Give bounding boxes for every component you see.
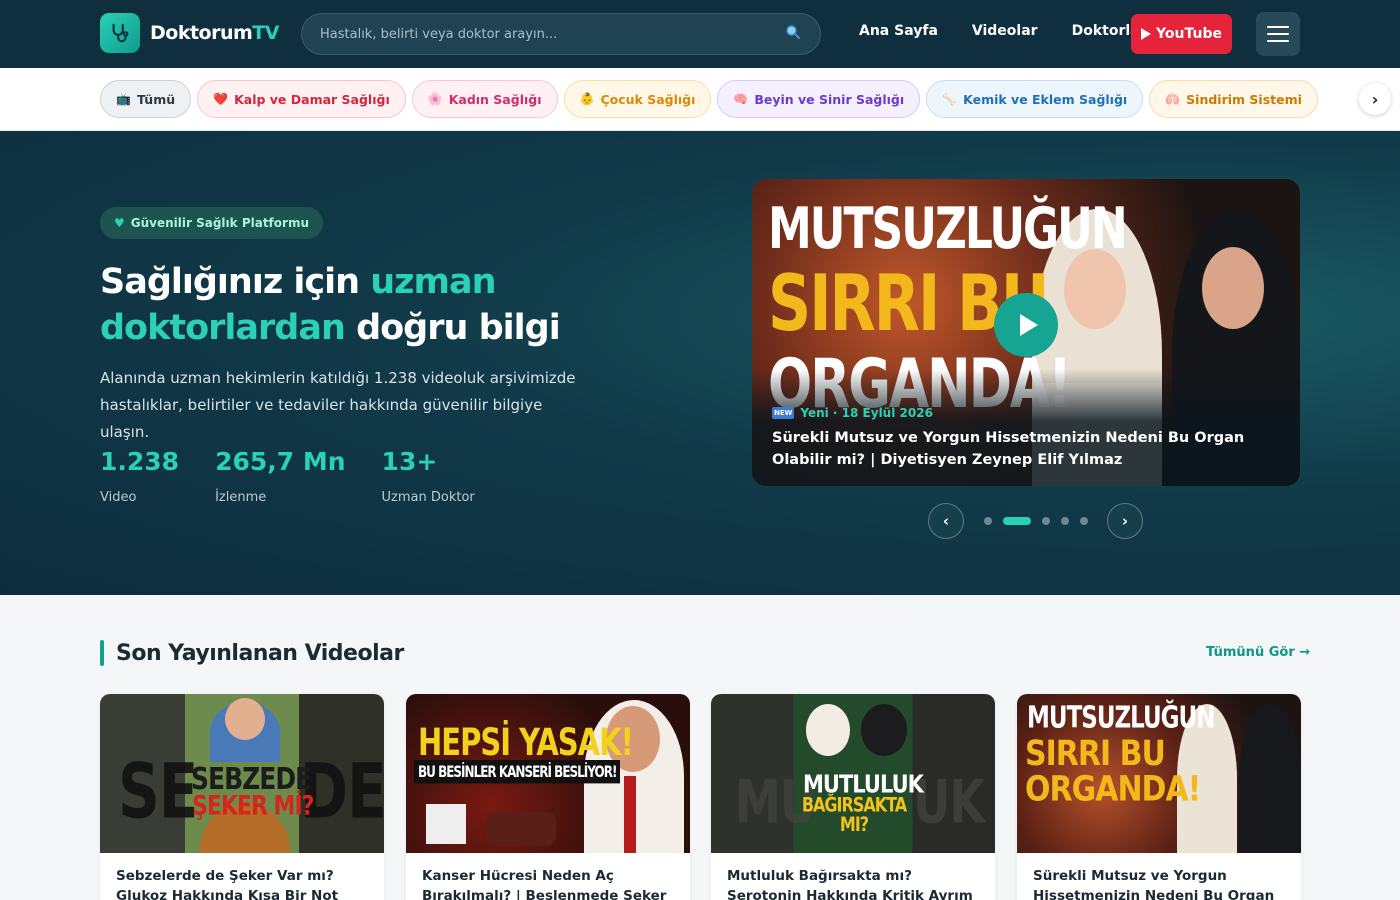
carousel-controls: ‹ › xyxy=(928,503,1143,539)
stat-videos: 1.238 Video xyxy=(100,447,180,505)
youtube-button[interactable]: YouTube xyxy=(1131,14,1232,54)
hero-description: Alanında uzman hekimlerin katıldığı 1.23… xyxy=(100,369,576,441)
category-label: Kemik ve Eklem Sağlığı xyxy=(963,91,1128,107)
video-thumbnail[interactable]: MUTSUZLUĞUN SIRRI BU ORGANDA! xyxy=(1017,694,1301,853)
video-thumbnail[interactable]: HEPSİ YASAK! BU BESİNLER KANSERİ BESLİYO… xyxy=(406,694,690,853)
category-chip[interactable]: 📺 Tümü xyxy=(100,80,192,118)
video-title[interactable]: Sebzelerde de Şeker Var mı? Glukoz Hakkı… xyxy=(116,866,372,900)
category-icon: 📺 xyxy=(116,92,131,106)
category-chip[interactable]: 🦴 Kemik ve Eklem Sağlığı xyxy=(926,80,1144,118)
stethoscope-icon xyxy=(100,13,140,53)
category-chip[interactable]: 👶 Çocuk Sağlığı xyxy=(563,80,712,118)
site-logo[interactable]: DoktorumTV xyxy=(100,13,279,53)
carousel-dot[interactable] xyxy=(1079,517,1088,525)
hero-title: Sağlığınız için uzman doktorlardan doğru… xyxy=(100,262,561,348)
heart-icon: ♥ xyxy=(114,216,125,230)
video-card[interactable]: MUTSUZLUĞUN SIRRI BU ORGANDA! Sürekli Mu… xyxy=(1017,694,1301,900)
carousel-dot[interactable] xyxy=(1060,517,1069,525)
video-card[interactable]: HEPSİ YASAK! BU BESİNLER KANSERİ BESLİYO… xyxy=(406,694,690,900)
carousel-dot[interactable] xyxy=(983,517,992,525)
play-button[interactable] xyxy=(994,293,1058,357)
video-card[interactable]: SE DE SEBZEDE ŞEKER Mİ? Sebzelerde de Şe… xyxy=(100,694,384,900)
category-icon: 🌸 xyxy=(427,92,443,106)
category-label: Tümü xyxy=(136,91,176,107)
category-label: Sindirim Sistemi xyxy=(1186,91,1302,107)
chevron-left-icon[interactable]: ‹ xyxy=(928,503,964,539)
chevron-right-icon[interactable]: › xyxy=(1107,503,1143,539)
category-label: Kalp ve Damar Sağlığı xyxy=(234,91,390,107)
play-icon xyxy=(1019,314,1038,336)
category-list: 📺 Tümü ❤️ Kalp ve Damar Sağlığı 🌸 Kadın Sağlı… xyxy=(100,80,1320,120)
see-all-link[interactable]: Tümünü Gör → xyxy=(1206,645,1310,660)
stat-views: 265,7 Mn İzlenme xyxy=(215,447,346,505)
carousel-dot[interactable] xyxy=(1041,517,1050,525)
video-title[interactable]: Mutluluk Bağırsakta mı? Serotonin Hakkın… xyxy=(727,866,983,900)
badge-label: Güvenilir Sağlık Platformu xyxy=(130,216,309,230)
video-title[interactable]: Kanser Hücresi Neden Aç Bırakılmalı? | B… xyxy=(422,866,678,900)
video-title[interactable]: Sürekli Mutsuz ve Yorgun Hissetmenizin N… xyxy=(1033,866,1289,900)
category-chip[interactable]: 🧠 Beyin ve Sinir Sağlığı xyxy=(717,80,921,118)
category-icon: 🧠 xyxy=(733,92,749,106)
youtube-label: YouTube xyxy=(1156,26,1222,42)
carousel-dots xyxy=(978,517,1093,525)
category-icon: ❤️ xyxy=(213,92,229,106)
stats-row: 1.238 Video 265,7 Mn İzlenme 13+ Uzman D… xyxy=(100,447,511,505)
section-title: Son Yayınlanan Videolar xyxy=(116,640,404,666)
hero-section: ♥ Güvenilir Sağlık Platformu Sağlığınız … xyxy=(0,131,1400,595)
featured-video-card[interactable]: MUTSUZLUĞUN SIRRI BU ORGANDA! NEW Yeni ·… xyxy=(752,179,1300,486)
top-header: DoktorumTV Ana Sayfa Videolar Doktorlar … xyxy=(0,0,1400,68)
video-card[interactable]: MU UK MUTLULUK BAĞIRSAKTA MI? Mutluluk B… xyxy=(711,694,995,900)
category-label: Beyin ve Sinir Sağlığı xyxy=(754,91,905,107)
category-label: Çocuk Sağlığı xyxy=(600,91,696,107)
section-header: Son Yayınlanan Videolar xyxy=(100,640,404,666)
stat-doctors: 13+ Uzman Doktor xyxy=(381,447,475,505)
video-thumbnail[interactable]: MU UK MUTLULUK BAĞIRSAKTA MI? xyxy=(711,694,995,853)
category-bar: 📺 Tümü ❤️ Kalp ve Damar Sağlığı 🌸 Kadın Sağlı… xyxy=(0,68,1400,131)
video-meta: NEW Yeni · 18 Eylül 2026 xyxy=(772,406,933,420)
new-icon: NEW xyxy=(772,407,795,419)
category-chip[interactable]: 🫁 Sindirim Sistemi xyxy=(1149,80,1318,118)
category-label: Kadın Sağlığı xyxy=(448,91,542,107)
category-chip[interactable]: ❤️ Kalp ve Damar Sağlığı xyxy=(197,80,406,118)
category-icon: 🫁 xyxy=(1165,92,1181,106)
hamburger-menu-icon[interactable] xyxy=(1256,12,1300,56)
featured-video-title[interactable]: Sürekli Mutsuz ve Yorgun Hissetmenizin N… xyxy=(772,427,1282,471)
category-icon: 🦴 xyxy=(942,92,958,106)
video-thumbnail[interactable]: SE DE SEBZEDE ŞEKER Mİ? xyxy=(100,694,384,853)
nav-videos[interactable]: Videolar xyxy=(972,23,1038,39)
category-icon: 👶 xyxy=(579,92,595,106)
nav-home[interactable]: Ana Sayfa xyxy=(859,23,938,39)
search-bar[interactable] xyxy=(301,13,821,55)
search-input[interactable] xyxy=(320,26,784,42)
trust-badge: ♥ Güvenilir Sağlık Platformu xyxy=(100,207,323,239)
logo-text: DoktorumTV xyxy=(150,22,279,44)
search-icon[interactable] xyxy=(784,23,802,45)
play-icon xyxy=(1141,28,1152,40)
carousel-dot[interactable] xyxy=(1002,517,1031,525)
chevron-right-icon[interactable]: › xyxy=(1359,83,1391,115)
category-chip[interactable]: 🌸 Kadın Sağlığı xyxy=(411,80,558,118)
